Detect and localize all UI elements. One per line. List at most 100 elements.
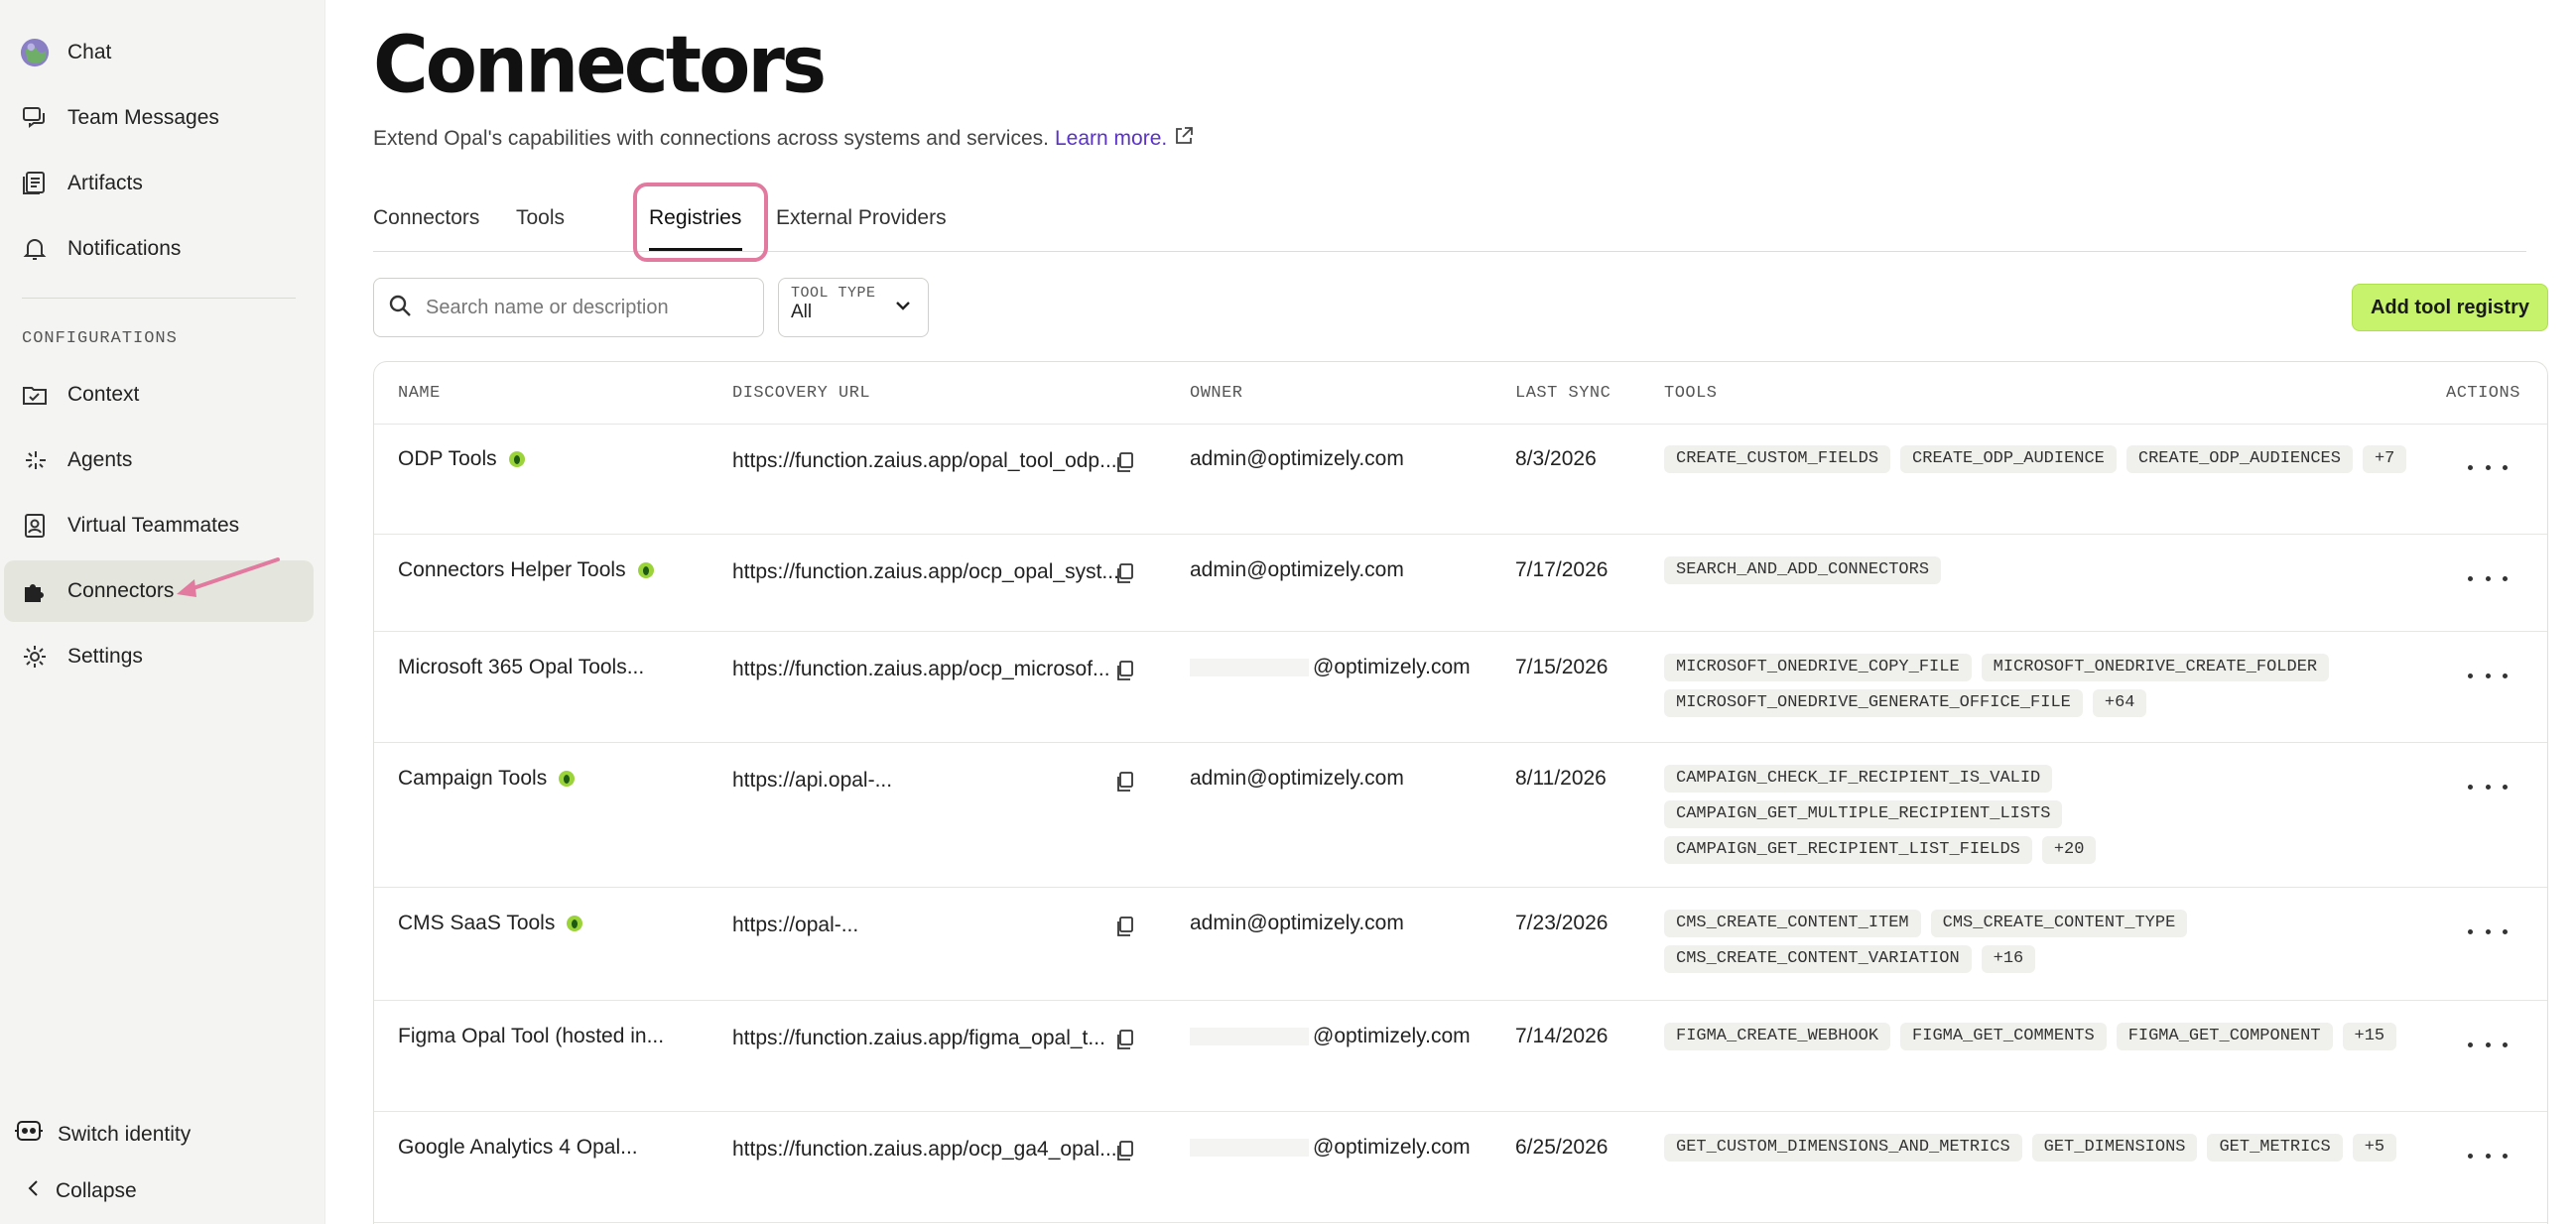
copy-icon[interactable] xyxy=(1114,562,1136,584)
registry-name-text: Connectors Helper Tools xyxy=(398,558,626,581)
column-header-tools[interactable]: TOOLS xyxy=(1664,384,1718,403)
copy-icon[interactable] xyxy=(1114,451,1136,473)
add-tool-registry-button[interactable]: Add tool registry xyxy=(2352,284,2548,331)
copy-icon[interactable] xyxy=(1114,771,1136,793)
sidebar-item-virtual-teammates[interactable]: Virtual Teammates xyxy=(4,495,314,556)
learn-more-link[interactable]: Learn more. xyxy=(1055,127,1167,151)
row-actions-menu-icon[interactable] xyxy=(2468,1146,2508,1165)
more-tools-chip[interactable]: +5 xyxy=(2352,1134,2397,1162)
sidebar-item-artifacts[interactable]: Artifacts xyxy=(4,153,314,214)
sidebar-item-team-messages[interactable]: Team Messages xyxy=(4,87,314,149)
more-tools-chip[interactable]: +64 xyxy=(2092,689,2147,717)
sidebar-item-label: Team Messages xyxy=(67,106,219,129)
row-actions-menu-icon[interactable] xyxy=(2468,1035,2508,1054)
owner-email-text: @optimizely.com xyxy=(1313,656,1471,678)
more-tools-chip[interactable]: +15 xyxy=(2342,1023,2397,1050)
table-row[interactable]: ODP Tools https://function.zaius.app/opal… xyxy=(374,424,2547,535)
search-icon xyxy=(388,294,412,322)
owner-email-text: admin@optimizely.com xyxy=(1190,558,1404,581)
registry-name: Microsoft 365 Opal Tools... xyxy=(398,656,644,679)
tool-chip: CREATE_ODP_AUDIENCES xyxy=(2125,445,2353,473)
tab-tools[interactable]: Tools xyxy=(516,206,565,230)
tool-chip: FIGMA_GET_COMMENTS xyxy=(1900,1023,2107,1050)
registry-name-text: Google Analytics 4 Opal... xyxy=(398,1136,638,1159)
registry-name: Google Analytics 4 Opal... xyxy=(398,1136,638,1160)
tool-chip: CMS_CREATE_CONTENT_ITEM xyxy=(1664,910,1921,937)
table-row[interactable]: CMS SaaS Tools https://opal-... admin@opti… xyxy=(374,888,2547,1001)
sidebar-item-label: Notifications xyxy=(67,237,182,260)
tab-connectors[interactable]: Connectors xyxy=(373,206,479,230)
discovery-url: https://function.zaius.app/figma_opal_t.… xyxy=(732,1027,1105,1049)
tab-external-providers[interactable]: External Providers xyxy=(776,206,947,230)
switch-identity-label: Switch identity xyxy=(58,1123,192,1146)
more-tools-chip[interactable]: +16 xyxy=(1981,945,2036,973)
sidebar: Chat Team Messages Artifacts Notificatio… xyxy=(0,0,325,1224)
column-header-owner[interactable]: OWNER xyxy=(1190,384,1243,403)
collapse-button[interactable]: Collapse xyxy=(26,1178,137,1204)
registry-name: ODP Tools xyxy=(398,447,525,471)
section-label-configurations: CONFIGURATIONS xyxy=(22,329,178,348)
chevron-left-icon xyxy=(26,1178,42,1204)
more-tools-chip[interactable]: +20 xyxy=(2041,836,2097,864)
collapse-label: Collapse xyxy=(56,1179,137,1202)
last-sync-date: 8/11/2026 xyxy=(1515,767,1607,790)
column-header-name[interactable]: NAME xyxy=(398,384,441,403)
table-row[interactable]: Connectors Helper Tools https://function.… xyxy=(374,535,2547,632)
copy-icon[interactable] xyxy=(1114,660,1136,681)
owner-email-text: admin@optimizely.com xyxy=(1190,767,1404,790)
tool-chip: MICROSOFT_ONEDRIVE_CREATE_FOLDER xyxy=(1981,654,2330,681)
sidebar-item-agents[interactable]: Agents xyxy=(4,429,314,491)
tools-list: GET_CUSTOM_DIMENSIONS_AND_METRICS GET_DIM… xyxy=(1664,1134,2418,1162)
verified-status-icon xyxy=(508,451,525,467)
column-header-discovery-url[interactable]: DISCOVERY URL xyxy=(732,384,870,403)
more-tools-chip[interactable]: +7 xyxy=(2362,445,2407,473)
tool-chip: GET_METRICS xyxy=(2207,1134,2343,1162)
verified-status-icon xyxy=(567,916,583,931)
discovery-url: https://function.zaius.app/ocp_microsof.… xyxy=(732,658,1110,680)
discovery-url: https://function.zaius.app/ocp_ga4_opal.… xyxy=(732,1138,1117,1161)
table-row[interactable]: Microsoft 365 Opal Tools... https://funct… xyxy=(374,632,2547,743)
switch-identity-button[interactable]: Switch identity xyxy=(14,1119,191,1151)
row-actions-menu-icon[interactable] xyxy=(2468,777,2508,796)
sidebar-item-chat[interactable]: Chat xyxy=(4,22,314,83)
globe-avatar-icon xyxy=(20,38,50,67)
external-link-icon[interactable] xyxy=(1173,125,1195,153)
tool-type-select[interactable]: TOOL TYPE All xyxy=(778,278,929,337)
copy-icon[interactable] xyxy=(1114,1140,1136,1162)
registry-name-text: Campaign Tools xyxy=(398,767,548,790)
search-box[interactable] xyxy=(373,278,764,337)
copy-icon[interactable] xyxy=(1114,1029,1136,1050)
tools-list: FIGMA_CREATE_WEBHOOK FIGMA_GET_COMMENTS FI… xyxy=(1664,1023,2418,1050)
bell-icon xyxy=(20,234,50,264)
last-sync-date: 7/23/2026 xyxy=(1515,912,1609,934)
tool-chip: MICROSOFT_ONEDRIVE_COPY_FILE xyxy=(1664,654,1972,681)
sidebar-item-settings[interactable]: Settings xyxy=(4,626,314,687)
tools-list: SEARCH_AND_ADD_CONNECTORS xyxy=(1664,556,2418,584)
registry-name: CMS SaaS Tools xyxy=(398,912,583,935)
table-row[interactable]: Figma Opal Tool (hosted in... https://fun… xyxy=(374,1001,2547,1112)
copy-icon[interactable] xyxy=(1114,916,1136,937)
registry-name-text: Figma Opal Tool (hosted in... xyxy=(398,1025,665,1047)
row-actions-menu-icon[interactable] xyxy=(2468,457,2508,477)
table-row[interactable]: Google Analytics 4 Opal... https://functi… xyxy=(374,1112,2547,1223)
search-input[interactable] xyxy=(426,296,743,319)
sidebar-item-notifications[interactable]: Notifications xyxy=(4,218,314,280)
messages-icon xyxy=(20,103,50,133)
registries-table: NAME DISCOVERY URL OWNER LAST SYNC TOOLS… xyxy=(373,361,2548,1224)
row-actions-menu-icon[interactable] xyxy=(2468,921,2508,941)
discovery-url: https://opal-... xyxy=(732,914,859,936)
sidebar-item-label: Agents xyxy=(67,448,133,471)
registry-name: Connectors Helper Tools xyxy=(398,558,654,582)
owner-email-text: admin@optimizely.com xyxy=(1190,447,1404,470)
main-content: Connectors Extend Opal's capabilities wi… xyxy=(325,0,2576,1224)
tool-chip: CAMPAIGN_CHECK_IF_RECIPIENT_IS_VALID xyxy=(1664,765,2053,793)
sidebar-item-context[interactable]: Context xyxy=(4,364,314,426)
sidebar-item-label: Chat xyxy=(67,41,112,63)
chevron-down-icon xyxy=(894,299,912,317)
registry-name-text: CMS SaaS Tools xyxy=(398,912,556,934)
row-actions-menu-icon[interactable] xyxy=(2468,568,2508,588)
column-header-last-sync[interactable]: LAST SYNC xyxy=(1515,384,1610,403)
table-row[interactable]: Campaign Tools https://api.opal-... admin@… xyxy=(374,743,2547,888)
redacted-block xyxy=(1190,1139,1309,1158)
row-actions-menu-icon[interactable] xyxy=(2468,666,2508,685)
